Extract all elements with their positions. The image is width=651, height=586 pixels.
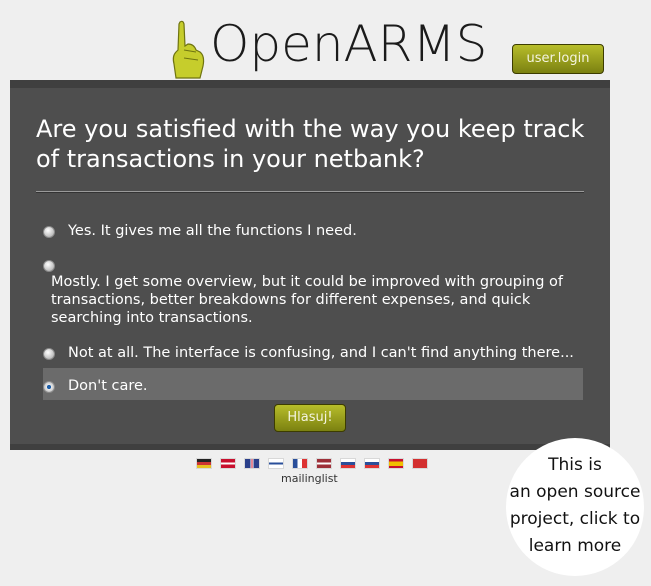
bubble-line-1: This is	[548, 455, 602, 475]
app-logo[interactable]: OpenARMS	[210, 14, 487, 74]
option-label-2[interactable]: Mostly. I get some overview, but it coul…	[51, 273, 571, 327]
divider	[36, 191, 584, 193]
bubble-line-3: project, click to	[509, 509, 641, 529]
russian-flag-icon[interactable]	[340, 458, 356, 469]
vote-button[interactable]: Hlasuj!	[274, 404, 346, 432]
finnish-flag-icon[interactable]	[268, 458, 284, 469]
poll-question: Are you satisfied with the way you keep …	[36, 115, 585, 173]
spanish-flag-icon[interactable]	[388, 458, 404, 469]
user-login-button[interactable]: user.login	[512, 44, 604, 74]
radio-option-2[interactable]	[43, 260, 55, 272]
poll-panel: Are you satisfied with the way you keep …	[10, 80, 610, 450]
option-label-1[interactable]: Yes. It gives me all the functions I nee…	[68, 222, 578, 240]
pointing-hand-icon	[172, 20, 205, 79]
french-flag-icon[interactable]	[292, 458, 308, 469]
open-source-bubble[interactable]: This is an open source project, click to…	[506, 438, 644, 576]
radio-option-4[interactable]	[43, 381, 55, 393]
option-label-4[interactable]: Don't care.	[68, 377, 368, 395]
mailinglist-link[interactable]: mailinglist	[281, 472, 338, 485]
turkish-flag-icon[interactable]	[412, 458, 428, 469]
danish-flag-icon[interactable]	[220, 458, 236, 469]
open-source-text: This is an open source project, click to…	[506, 452, 644, 560]
radio-option-1[interactable]	[43, 226, 55, 238]
latvian-flag-icon[interactable]	[316, 458, 332, 469]
option-label-3[interactable]: Not at all. The interface is confusing, …	[68, 344, 588, 362]
bubble-line-2: an open source	[509, 482, 641, 502]
german-flag-icon[interactable]	[196, 458, 212, 469]
bubble-line-4: learn more	[528, 536, 622, 556]
radio-option-3[interactable]	[43, 348, 55, 360]
slovak-flag-icon[interactable]	[364, 458, 380, 469]
uk-flag-icon[interactable]	[244, 458, 260, 469]
